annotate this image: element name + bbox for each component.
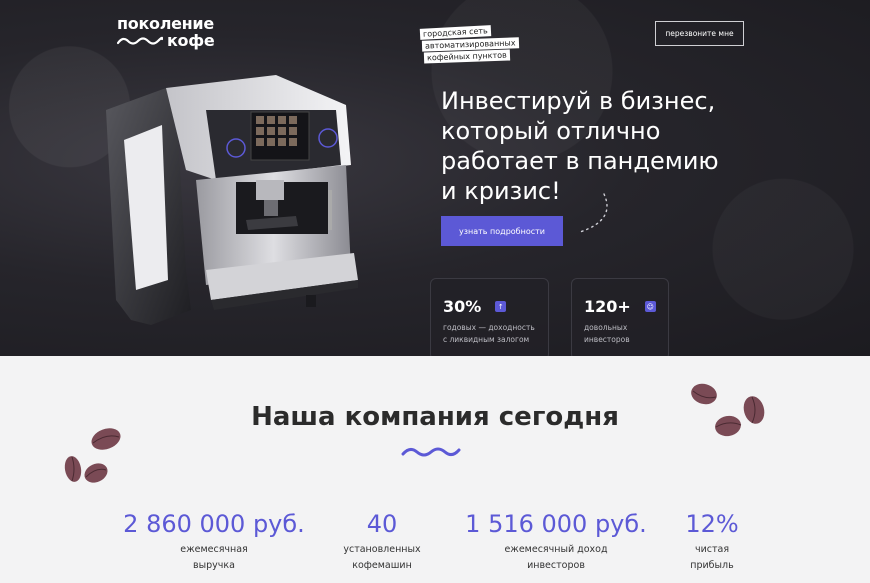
- hero-headline: Инвестируй в бизнес, который отлично раб…: [441, 86, 761, 206]
- stat-label: годовых — доходность: [443, 323, 535, 332]
- metric-value: 2 860 000 руб.: [123, 510, 305, 538]
- headline-line: который отлично: [441, 117, 661, 145]
- metric-revenue: 2 860 000 руб. ежемесячная выручка: [116, 510, 312, 574]
- metric-machines: 40 установленных кофемашин: [330, 510, 434, 574]
- metric-value: 40: [366, 510, 398, 538]
- learn-more-button[interactable]: узнать подробности: [441, 216, 563, 246]
- stat-label: довольных: [584, 323, 628, 332]
- logo-line2: кофе: [167, 31, 215, 50]
- coffee-bean-icon: [64, 428, 121, 483]
- metric-caption: кофемашин: [352, 560, 412, 571]
- stat-label: инвесторов: [584, 335, 630, 344]
- metric-caption: инвесторов: [527, 560, 585, 571]
- metric-caption: выручка: [193, 560, 235, 571]
- tagline-line: кофейных пунктов: [423, 49, 510, 64]
- logo[interactable]: поколение кофе: [117, 14, 215, 50]
- metric-caption: ежемесячный доход: [504, 544, 608, 555]
- metric-caption: ежемесячная: [180, 544, 248, 555]
- stat-label: с ликвидным залогом: [443, 335, 530, 344]
- callback-button[interactable]: перезвоните мне: [655, 21, 744, 46]
- stat-value: 120+: [584, 297, 631, 316]
- metric-value: 1 516 000 руб.: [465, 510, 647, 538]
- stat-card-investors: 120+ ☺ довольных инвесторов: [571, 278, 669, 356]
- headline-line: работает в пандемию: [441, 147, 719, 175]
- metric-profit: 12% чистая прибыль: [675, 510, 749, 574]
- hero-section: поколение кофе городская сеть автоматизи…: [0, 0, 870, 356]
- metric-caption: чистая: [694, 544, 730, 555]
- headline-line: Инвестируй в бизнес,: [441, 87, 716, 115]
- stat-card-yield: 30% ↑ годовых — доходность с ликвидным з…: [430, 278, 549, 356]
- metric-value: 12%: [685, 510, 739, 538]
- wave-divider-icon: [401, 447, 461, 457]
- stat-value: 30%: [443, 297, 482, 316]
- metric-investor-income: 1 516 000 руб. ежемесячный доход инвесто…: [462, 510, 650, 574]
- coffee-machine-image: [106, 75, 358, 325]
- arrow-up-icon: ↑: [495, 301, 507, 312]
- section-title: Наша компания сегодня: [251, 402, 619, 432]
- logo-line1: поколение: [117, 14, 214, 33]
- smile-icon: ☺: [644, 301, 656, 312]
- metric-caption: установленных: [343, 544, 421, 555]
- dotted-arc-decoration: [579, 193, 608, 233]
- tagline: городская сеть автоматизированных кофейн…: [419, 25, 519, 64]
- wave-logo-icon: [117, 36, 163, 45]
- metric-caption: прибыль: [690, 560, 734, 571]
